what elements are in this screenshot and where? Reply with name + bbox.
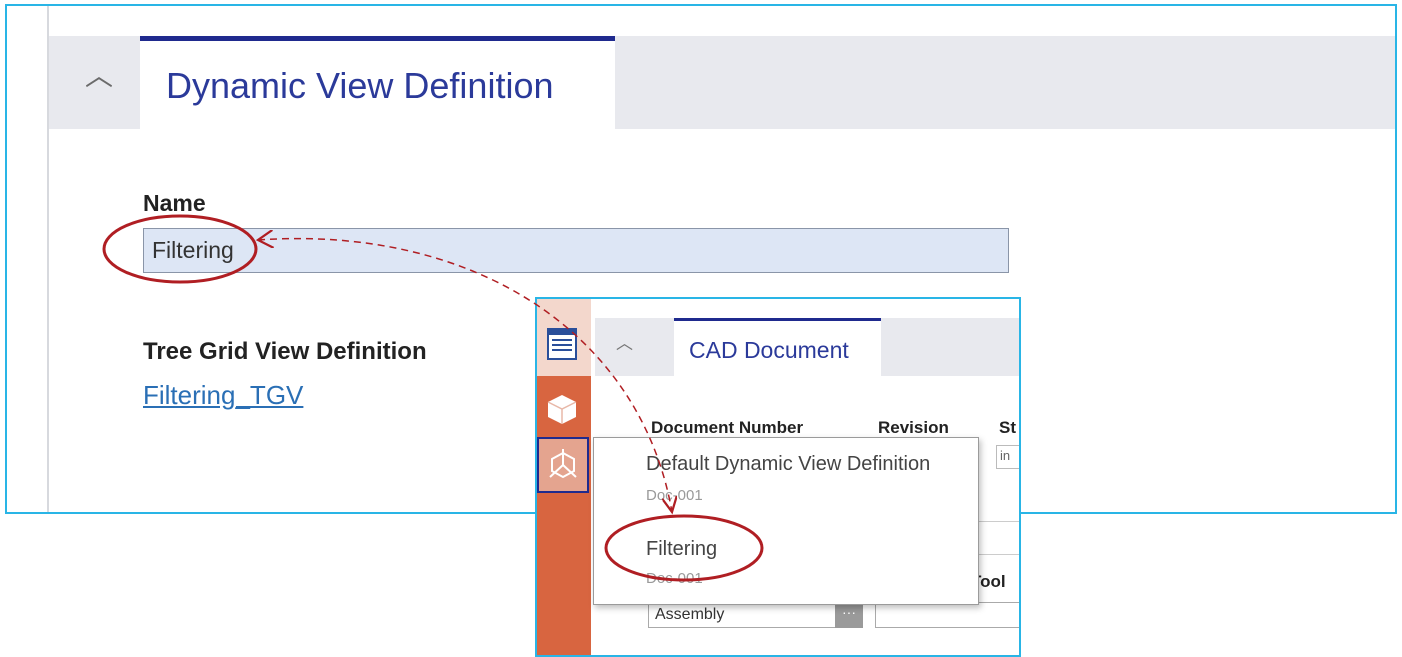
tab-label: CAD Document [689,337,849,363]
tool-field[interactable] [875,602,1019,628]
side-rail [537,299,591,655]
tab-dynamic-view-definition[interactable]: Dynamic View Definition [140,36,615,129]
more-options-button[interactable]: ··· [835,602,863,628]
panel-header: ︿ Dynamic View Definition [49,36,1395,129]
dropdown-item-title: Default Dynamic View Definition [646,453,931,475]
tab-label: Dynamic View Definition [166,65,554,106]
collapse-chevron-icon[interactable]: ︿ [616,336,633,353]
name-label: Name [143,190,206,216]
view-definition-dropdown: Default Dynamic View Definition Doc-001 … [593,437,979,605]
column-header-revision: Revision [878,418,949,437]
type-field[interactable]: Assembly ··· [648,602,863,628]
column-header-status: St [999,418,1016,437]
structure-viewer-tile[interactable] [537,437,589,493]
dropdown-item-filtering[interactable]: Filtering Doc-001 [594,524,978,600]
type-value: Assembly [655,606,725,623]
popup-header: ︿ CAD Document [595,318,1019,376]
cube-icon[interactable] [544,391,580,427]
document-list-icon[interactable] [544,326,580,362]
tree-grid-view-link[interactable]: Filtering_TGV [143,380,303,411]
tree-grid-view-definition-label: Tree Grid View Definition [143,338,427,365]
collapse-chevron-icon[interactable]: ︿ [85,62,113,90]
tab-cad-document[interactable]: CAD Document [674,318,881,376]
status-field[interactable]: in [996,445,1019,469]
name-field[interactable]: Filtering [143,228,1009,273]
dropdown-item-subtitle: Doc-001 [646,570,703,587]
dropdown-item-subtitle: Doc-001 [646,487,703,504]
dropdown-item-title: Filtering [646,538,718,560]
structure-viewer-icon [549,449,577,479]
name-value: Filtering [152,237,234,263]
dropdown-item-default[interactable]: Default Dynamic View Definition Doc-001 [594,438,978,514]
column-header-document-number: Document Number [651,418,804,437]
